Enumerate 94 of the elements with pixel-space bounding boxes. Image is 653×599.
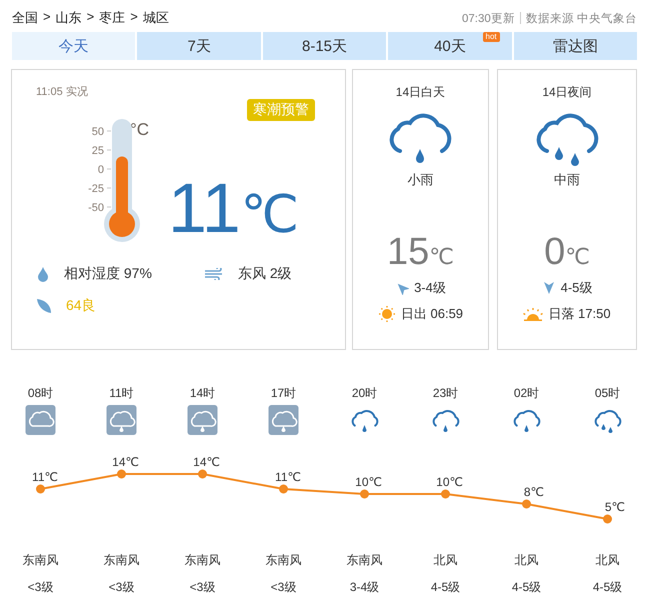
breadcrumb-separator: > — [130, 9, 138, 26]
data-point — [441, 490, 450, 498]
data-point — [36, 484, 45, 494]
temperature-label: 14 — [193, 455, 206, 469]
forecast-temperature: 15℃ — [386, 233, 454, 271]
breadcrumb-separator: > — [86, 9, 94, 26]
period-title: 14日白天 — [396, 84, 446, 101]
observation-time: 11:05 实况 — [36, 84, 89, 99]
wind-level: 4-5级 — [430, 579, 460, 596]
unit-label: ℃ — [288, 470, 301, 484]
air-quality-text: 64良 — [66, 297, 96, 315]
update-time: 07:30更新 — [462, 11, 515, 26]
wind-arrow-icon — [542, 281, 556, 295]
hour-label: 02时 — [514, 386, 540, 400]
breadcrumb-separator: > — [43, 9, 51, 26]
temperature-label: 14 — [112, 455, 126, 469]
data-point — [117, 470, 126, 478]
tab[interactable]: 雷达图 — [514, 32, 638, 60]
sunset-icon — [523, 307, 544, 321]
data-point — [279, 484, 288, 494]
wind-level: <3级 — [190, 579, 216, 596]
breadcrumb-link[interactable]: 城区 — [142, 9, 169, 27]
wind-level: <3级 — [270, 579, 296, 596]
rain-cloud-icon — [514, 411, 540, 432]
water-drop-icon — [36, 266, 50, 282]
data-source: 数据来源 中央气象台 — [526, 12, 637, 26]
current-temperature: 11℃ — [168, 173, 300, 243]
wind-icon — [204, 268, 224, 280]
weather-text: 中雨 — [554, 171, 580, 189]
wind-level: 4-5级 — [560, 279, 592, 297]
data-point — [522, 500, 531, 508]
tab[interactable]: 7天 — [137, 32, 261, 60]
unit-label: ℃ — [206, 455, 220, 469]
wind-level: 4-5级 — [592, 579, 622, 596]
wind-direction: 东南风 — [266, 552, 302, 569]
thermometer-drawing: 50 25 0 -25 -50 °C — [82, 117, 162, 247]
breadcrumb-link[interactable]: 山东 — [56, 9, 82, 27]
humidity-text: 相对湿度 97% — [64, 265, 152, 283]
wind-direction: 北风 — [434, 552, 458, 569]
wind-direction: 东南风 — [346, 552, 382, 569]
hour-label: 05时 — [594, 386, 620, 400]
rain-cloud-icon — [352, 411, 378, 432]
sun-icon — [378, 305, 396, 323]
wind-level: 3-4级 — [414, 279, 446, 297]
rain-cloud-icon — [596, 411, 620, 433]
temperature-label: 11 — [275, 470, 288, 484]
data-point — [603, 514, 612, 524]
temperature-label: 8 — [524, 485, 530, 499]
unit-label: ℃ — [530, 485, 544, 499]
wind-level: <3级 — [28, 579, 54, 596]
tab[interactable]: 40天 hot — [388, 32, 512, 60]
data-point — [360, 490, 369, 498]
tab[interactable]: 8-15天 — [262, 32, 386, 60]
unit-label: ℃ — [450, 475, 463, 489]
rain-cloud-icon — [106, 405, 136, 435]
unit-label: ℃ — [44, 470, 58, 484]
rain-cloud-icon — [434, 411, 458, 432]
hour-label: 11时 — [109, 386, 134, 400]
temperature-label: 10 — [436, 475, 450, 489]
temperature-label: 10 — [355, 475, 368, 489]
wind-level: 3-4级 — [350, 579, 380, 596]
weather-text: 小雨 — [407, 171, 434, 189]
period-title: 14日夜间 — [542, 84, 592, 101]
unit-label: ℃ — [612, 500, 625, 514]
wind-level: 4-5级 — [512, 579, 542, 596]
breadcrumb-link[interactable]: 枣庄 — [99, 9, 126, 27]
hour-label: 17时 — [270, 386, 296, 400]
hour-label: 08时 — [28, 386, 54, 400]
cloud-icon — [26, 405, 56, 435]
wind-direction: 东南风 — [104, 552, 140, 569]
wind-direction: 北风 — [596, 552, 620, 569]
wind-direction: 北风 — [514, 552, 538, 569]
sun-time: 日落 17:50 — [548, 305, 611, 323]
hour-label: 14时 — [190, 386, 216, 400]
sun-time: 日出 06:59 — [400, 305, 464, 323]
leaf-icon — [36, 298, 52, 314]
temperature-label: 5 — [604, 500, 612, 514]
wind-level: <3级 — [108, 579, 134, 596]
unit-label: ℃ — [368, 475, 382, 489]
tab[interactable]: 今天 — [12, 32, 136, 60]
wind-text: 东风 2级 — [238, 265, 292, 283]
hour-label: 20时 — [352, 386, 378, 400]
temperature-label: 11 — [32, 470, 44, 484]
rain-cloud-icon — [268, 405, 298, 435]
unit-label: ℃ — [126, 455, 139, 469]
wind-direction: 东南风 — [22, 552, 58, 569]
rain-cloud-icon — [188, 405, 218, 435]
wind-arrow-icon — [395, 281, 410, 295]
wind-direction: 东南风 — [184, 552, 220, 569]
breadcrumb-link[interactable]: 全国 — [12, 9, 38, 27]
hot-badge: hot — [482, 32, 500, 42]
hour-label: 23时 — [432, 386, 458, 400]
data-point — [198, 470, 207, 478]
forecast-temperature: 0℃ — [544, 233, 590, 271]
